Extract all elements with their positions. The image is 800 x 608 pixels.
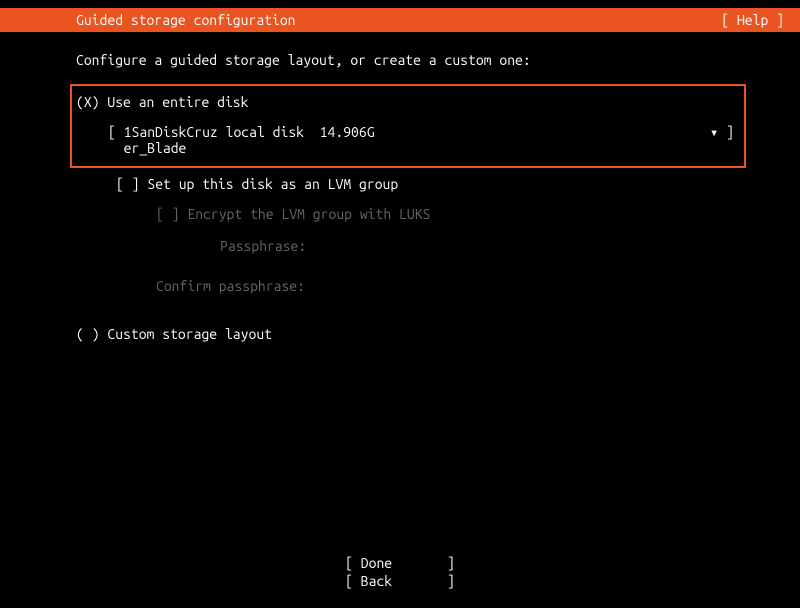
- checkbox-encrypt: [ ] Encrypt the LVM group with LUKS: [76, 206, 724, 222]
- radio-custom-storage[interactable]: ( ) Custom storage layout: [76, 326, 724, 342]
- radio-use-entire-disk[interactable]: (X) Use an entire disk: [76, 92, 734, 112]
- header-bar: Guided storage configuration [ Help ]: [0, 8, 800, 32]
- dropdown-icon: ▾ ]: [710, 124, 734, 156]
- back-button[interactable]: [ Back ]: [0, 572, 800, 590]
- footer: [ Done ] [ Back ]: [0, 554, 800, 590]
- confirm-passphrase-label: Confirm passphrase:: [76, 278, 724, 294]
- main-content: Configure a guided storage layout, or cr…: [0, 32, 800, 342]
- done-button[interactable]: [ Done ]: [0, 554, 800, 572]
- subtitle: Configure a guided storage layout, or cr…: [76, 52, 724, 68]
- checkbox-lvm[interactable]: [ ] Set up this disk as an LVM group: [76, 176, 724, 192]
- help-button[interactable]: [ Help ]: [721, 12, 784, 28]
- highlight-box: (X) Use an entire disk [ 1SanDiskCruz lo…: [70, 84, 746, 168]
- disk-selector[interactable]: [ 1SanDiskCruz local disk 14.906G er_Bla…: [76, 124, 734, 156]
- passphrase-label: Passphrase:: [76, 238, 724, 254]
- disk-info: [ 1SanDiskCruz local disk 14.906G er_Bla…: [108, 124, 375, 156]
- page-title: Guided storage configuration: [76, 12, 296, 28]
